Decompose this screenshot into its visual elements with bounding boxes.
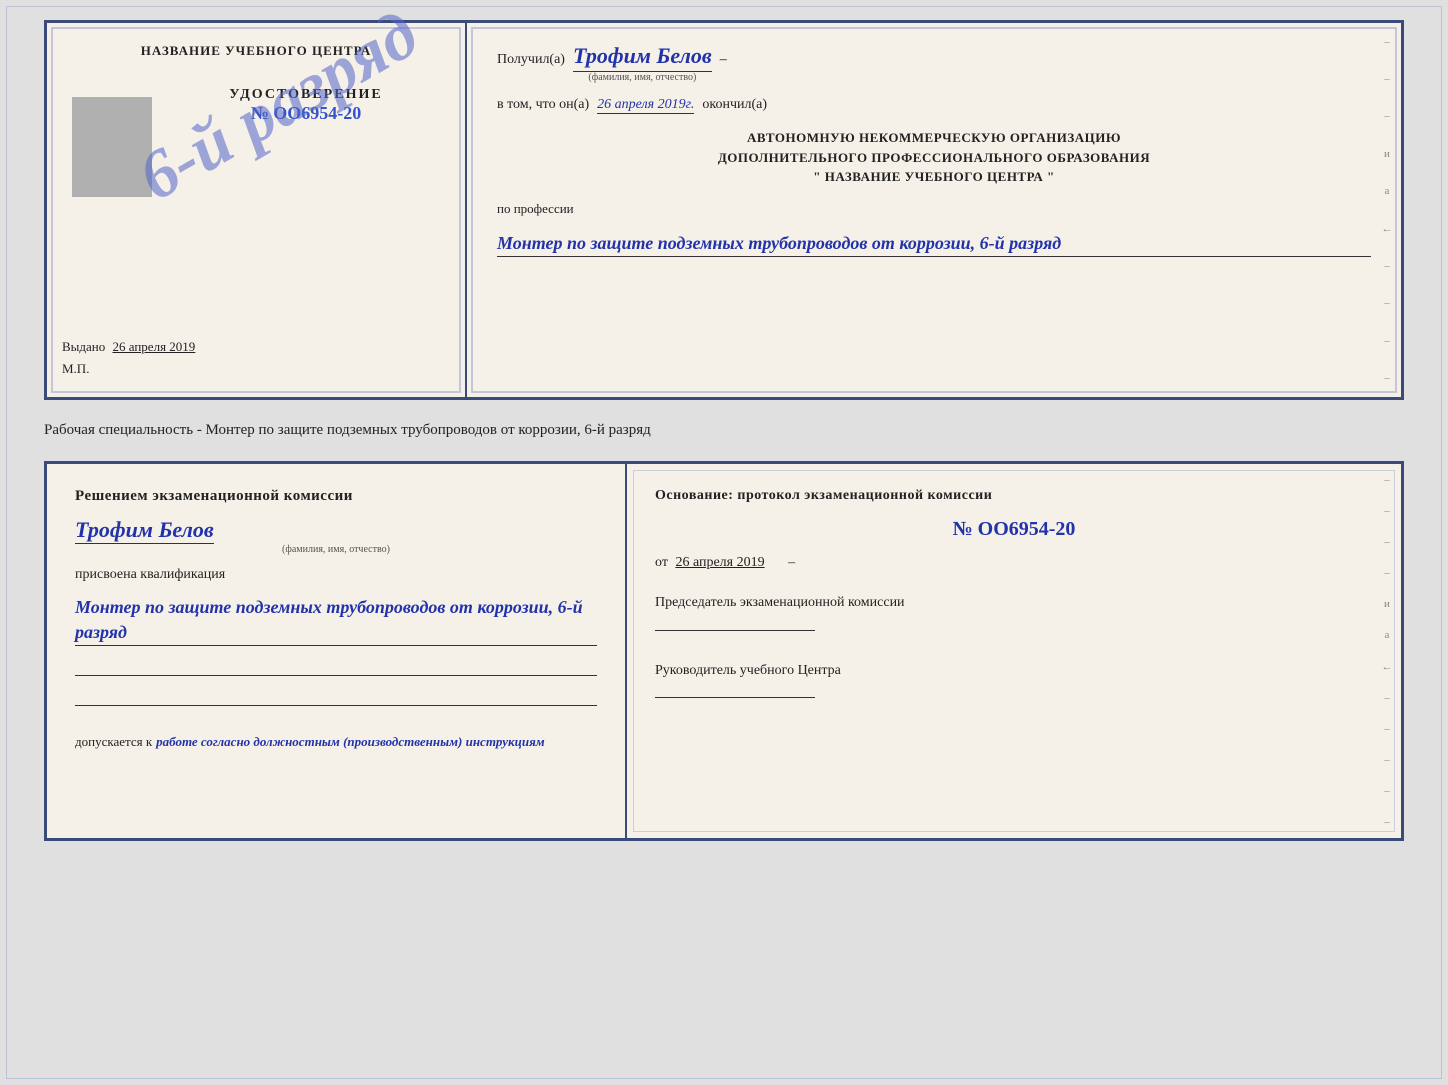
org-line2: ДОПОЛНИТЕЛЬНОГО ПРОФЕССИОНАЛЬНОГО ОБРАЗО… — [497, 148, 1371, 168]
cert-left-panel: НАЗВАНИЕ УЧЕБНОГО ЦЕНТРА УДОСТОВЕРЕНИЕ №… — [47, 23, 467, 397]
top-certificate: НАЗВАНИЕ УЧЕБНОГО ЦЕНТРА УДОСТОВЕРЕНИЕ №… — [44, 20, 1404, 400]
bottom-left-panel: Решением экзаменационной комиссии Трофим… — [47, 464, 627, 838]
finished-label: окончил(а) — [702, 97, 767, 113]
cert-number: № OO6954-20 — [251, 103, 362, 124]
profession-label: по профессии — [497, 201, 1371, 217]
speciality-text: Рабочая специальность - Монтер по защите… — [44, 416, 1404, 445]
protocol-date-value: 26 апреля 2019 — [675, 555, 764, 570]
allowed-label: допускается к — [75, 734, 152, 750]
org-line1: АВТОНОМНУЮ НЕКОММЕРЧЕСКУЮ ОРГАНИЗАЦИЮ — [497, 128, 1371, 148]
photo-placeholder — [72, 97, 152, 197]
in-that-label: в том, что он(а) — [497, 97, 589, 113]
protocol-date-prefix: от — [655, 555, 668, 570]
blank-line-1 — [75, 658, 597, 676]
protocol-number: № OO6954-20 — [655, 518, 1373, 541]
allowed-value: работе согласно должностным (производств… — [156, 734, 545, 750]
sidebar-dashes-top: – – – и а ← – – – – — [1373, 23, 1401, 397]
cert-right-panel: Получил(а) Трофим Белов (фамилия, имя, о… — [467, 23, 1401, 397]
received-name: Трофим Белов — [573, 43, 712, 72]
name-subtitle-top: (фамилия, имя, отчество) — [573, 72, 712, 83]
sidebar-dashes-bottom: – – – – и а ← – – – – – — [1373, 464, 1401, 838]
head-sign-line — [655, 680, 815, 698]
assigned-label: присвоена квалификация — [75, 567, 597, 583]
person-name-bottom: Трофим Белов — [75, 517, 214, 544]
issued-label: Выдано — [62, 339, 105, 354]
org-line3: " НАЗВАНИЕ УЧЕБНОГО ЦЕНТРА " — [497, 167, 1371, 187]
org-block: АВТОНОМНУЮ НЕКОММЕРЧЕСКУЮ ОРГАНИЗАЦИЮ ДО… — [497, 128, 1371, 187]
name-subtitle-bottom: (фамилия, имя, отчество) — [75, 544, 597, 555]
protocol-date: от 26 апреля 2019 – — [655, 555, 1373, 571]
blank-line-2 — [75, 688, 597, 706]
issued-line: Выдано 26 апреля 2019 — [62, 339, 450, 355]
decision-title: Решением экзаменационной комиссии — [75, 488, 597, 505]
cert-type-label: УДОСТОВЕРЕНИЕ — [229, 87, 382, 103]
mp-label: М.П. — [62, 361, 450, 377]
basis-title: Основание: протокол экзаменационной коми… — [655, 488, 1373, 504]
bottom-right-panel: Основание: протокол экзаменационной коми… — [627, 464, 1401, 838]
issued-date-value: 26 апреля 2019 — [113, 339, 196, 354]
profession-value-bottom: Монтер по защите подземных трубопроводов… — [75, 595, 597, 646]
profession-value-top: Монтер по защите подземных трубопроводов… — [497, 231, 1371, 257]
bottom-certificate: Решением экзаменационной комиссии Трофим… — [44, 461, 1404, 841]
in-that-date: 26 апреля 2019г. — [597, 97, 694, 114]
received-label: Получил(а) — [497, 52, 565, 68]
chairman-label: Председатель экзаменационной комиссии — [655, 593, 1373, 613]
head-label: Руководитель учебного Центра — [655, 661, 1373, 681]
chairman-sign-line — [655, 613, 815, 631]
org-name-label: НАЗВАНИЕ УЧЕБНОГО ЦЕНТРА — [141, 43, 372, 59]
